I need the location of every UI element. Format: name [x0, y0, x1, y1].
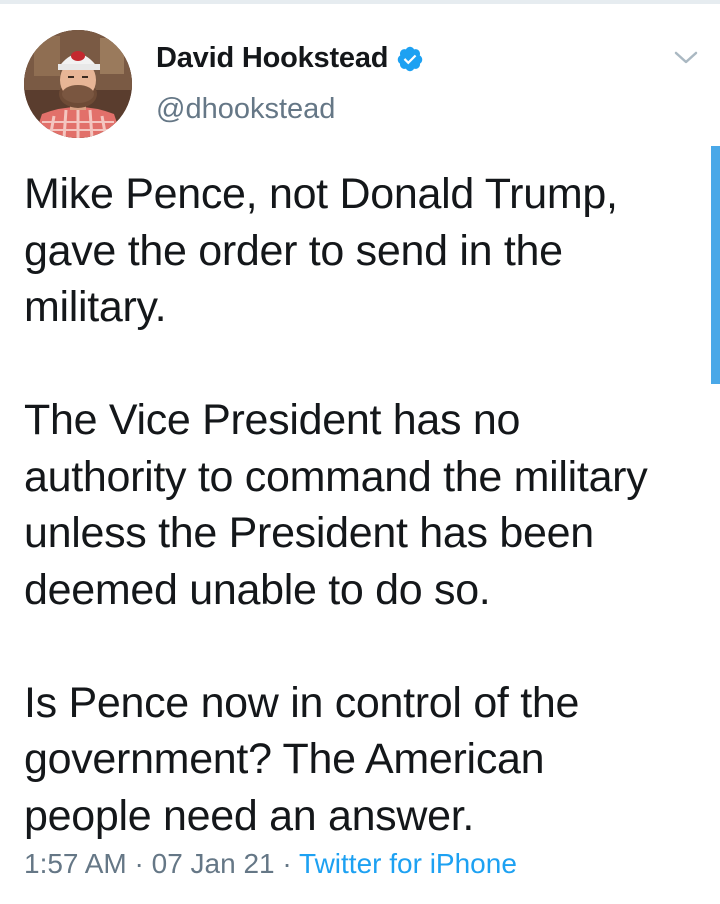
meta-separator: ·: [282, 848, 292, 879]
scroll-indicator[interactable]: [711, 146, 720, 384]
tweet-date[interactable]: 07 Jan 21: [152, 848, 275, 879]
meta-separator: ·: [134, 848, 144, 879]
verified-badge-icon: [398, 46, 423, 71]
avatar-image: [24, 30, 132, 138]
tweet-meta: 1:57 AM · 07 Jan 21 · Twitter for iPhone: [24, 848, 517, 880]
tweet-time[interactable]: 1:57 AM: [24, 848, 127, 879]
author-name-row[interactable]: David Hookstead: [156, 42, 424, 75]
tweet-text: Mike Pence, not Donald Trump, gave the o…: [24, 170, 648, 840]
author-handle[interactable]: @dhookstead: [156, 93, 335, 126]
author-name[interactable]: David Hookstead: [156, 42, 388, 75]
top-divider: [0, 0, 720, 4]
tweet-source-link[interactable]: Twitter for iPhone: [299, 848, 517, 879]
avatar[interactable]: [24, 30, 132, 138]
chevron-down-icon[interactable]: [672, 48, 700, 68]
